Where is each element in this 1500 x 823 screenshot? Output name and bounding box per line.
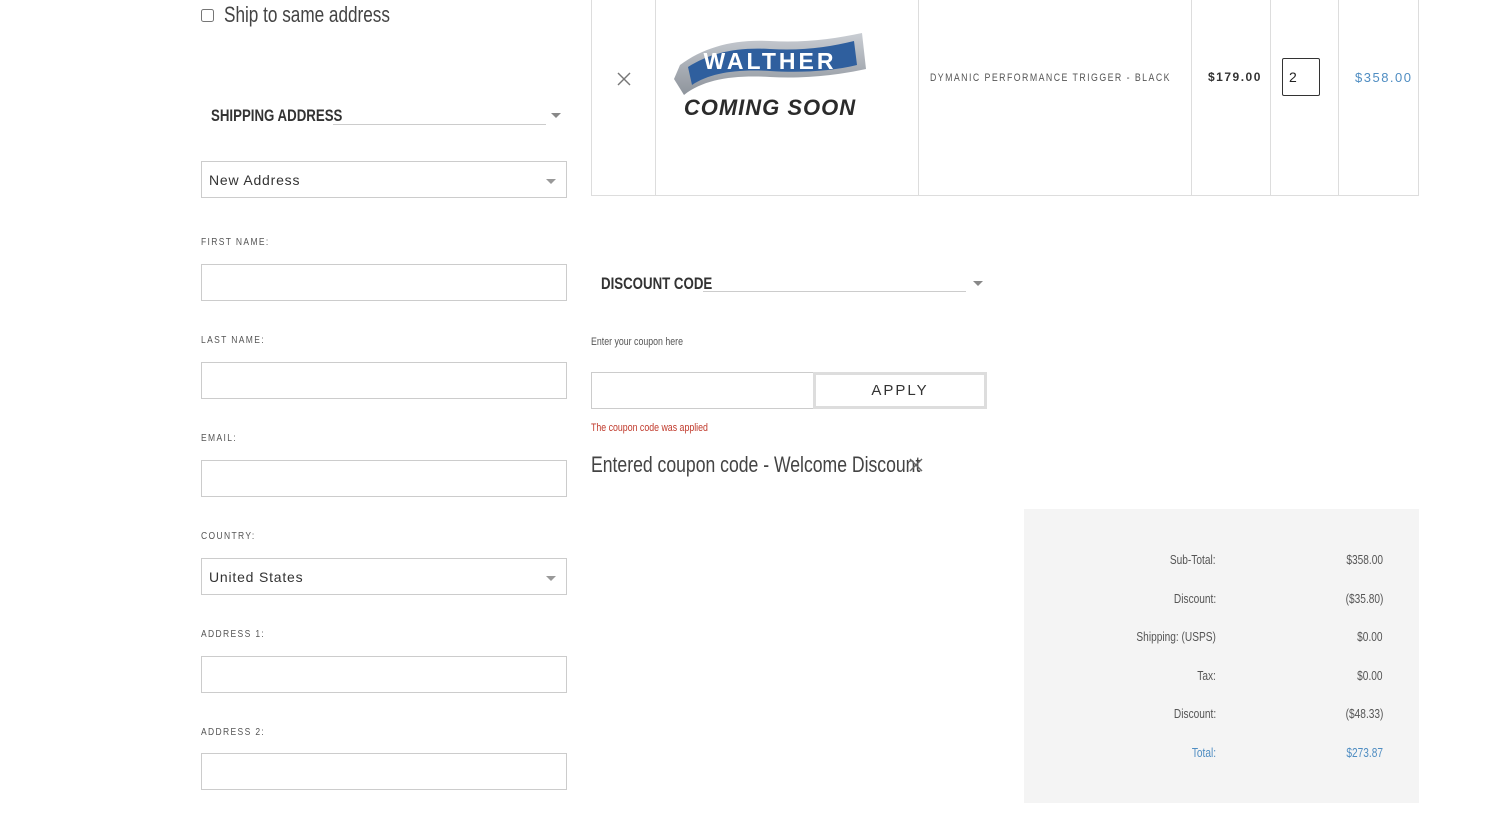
apply-button[interactable]: APPLY xyxy=(813,372,987,409)
line-total: $358.00 xyxy=(1355,70,1413,85)
ship-to-same-address[interactable]: Ship to same address xyxy=(201,2,437,28)
totals-row-discount-2: Discount: ($48.33) xyxy=(1024,706,1419,722)
product-image-placeholder[interactable]: WALTHER COMING SOON xyxy=(674,29,866,125)
totals-value: ($35.80) xyxy=(1345,591,1383,606)
totals-row-subtotal: Sub-Total: $358.00 xyxy=(1024,552,1419,568)
address2-input[interactable] xyxy=(201,753,567,790)
cart-table: WALTHER COMING SOON DYMANIC PERFORMANCE … xyxy=(591,0,1419,196)
logo-brand: WALTHER xyxy=(703,48,836,74)
first-name-label: FIRST NAME: xyxy=(201,237,270,248)
entered-coupon: Entered coupon code - Welcome Discount xyxy=(591,450,1003,480)
totals-label: Total: xyxy=(1191,745,1216,760)
cart-qty-cell xyxy=(1271,0,1339,195)
totals-label: Sub-Total: xyxy=(1170,552,1216,567)
section-divider xyxy=(333,124,546,125)
address1-input[interactable] xyxy=(201,656,567,693)
totals-value: $273.87 xyxy=(1346,745,1383,760)
country-select-value: United States xyxy=(209,568,304,585)
cart-name-cell: DYMANIC PERFORMANCE TRIGGER - BLACK xyxy=(919,0,1192,195)
logo-caption: COMING SOON xyxy=(684,95,856,120)
email-label: EMAIL: xyxy=(201,433,238,444)
last-name-input[interactable] xyxy=(201,362,567,399)
close-icon[interactable] xyxy=(908,457,924,473)
totals-label: Discount: xyxy=(1173,591,1216,606)
cart-image-cell: WALTHER COMING SOON xyxy=(656,0,919,195)
totals-row-discount: Discount: ($35.80) xyxy=(1024,591,1419,607)
chevron-down-icon xyxy=(551,113,561,118)
shipping-address-title: SHIPPING ADDRESS xyxy=(211,106,343,125)
section-divider xyxy=(703,291,966,292)
chevron-down-icon xyxy=(546,179,556,184)
ship-same-label: Ship to same address xyxy=(224,2,390,27)
country-label: COUNTRY: xyxy=(201,531,256,542)
totals-value: $0.00 xyxy=(1357,668,1383,683)
product-name[interactable]: DYMANIC PERFORMANCE TRIGGER - BLACK xyxy=(930,72,1171,84)
chevron-down-icon xyxy=(973,281,983,286)
coupon-success-message: The coupon code was applied xyxy=(591,422,708,434)
address-select-value: New Address xyxy=(209,171,301,188)
totals-value: $0.00 xyxy=(1357,629,1383,644)
cart-total-cell: $358.00 xyxy=(1339,0,1420,195)
coupon-hint: Enter your coupon here xyxy=(591,336,683,348)
shipping-address-header[interactable]: SHIPPING ADDRESS xyxy=(211,104,567,128)
quantity-input[interactable] xyxy=(1282,58,1320,96)
cart-remove-cell xyxy=(592,0,656,195)
email-input[interactable] xyxy=(201,460,567,497)
ship-same-checkbox[interactable] xyxy=(201,8,214,22)
discount-code-title: DISCOUNT CODE xyxy=(601,274,713,293)
entered-coupon-text: Entered coupon code - Welcome Discount xyxy=(591,452,921,477)
address-select[interactable]: New Address xyxy=(201,161,567,198)
order-totals: Sub-Total: $358.00 Discount: ($35.80) Sh… xyxy=(1024,509,1419,803)
totals-value: ($48.33) xyxy=(1345,706,1383,721)
totals-label: Shipping: (USPS) xyxy=(1136,629,1216,644)
coupon-input[interactable] xyxy=(591,372,814,409)
first-name-input[interactable] xyxy=(201,264,567,301)
address1-label: ADDRESS 1: xyxy=(201,629,266,640)
discount-code-header[interactable]: DISCOUNT CODE xyxy=(601,272,987,296)
product-price: $179.00 xyxy=(1208,70,1262,84)
totals-value: $358.00 xyxy=(1346,552,1383,567)
close-icon[interactable] xyxy=(616,71,632,87)
totals-row-tax: Tax: $0.00 xyxy=(1024,668,1419,684)
country-select[interactable]: United States xyxy=(201,558,567,595)
cart-price-cell: $179.00 xyxy=(1192,0,1271,195)
totals-label: Tax: xyxy=(1197,668,1216,683)
chevron-down-icon xyxy=(546,576,556,581)
address2-label: ADDRESS 2: xyxy=(201,727,266,738)
last-name-label: LAST NAME: xyxy=(201,335,265,346)
totals-row-shipping: Shipping: (USPS) $0.00 xyxy=(1024,629,1419,645)
totals-label: Discount: xyxy=(1173,706,1216,721)
totals-row-total: Total: $273.87 xyxy=(1024,745,1419,761)
